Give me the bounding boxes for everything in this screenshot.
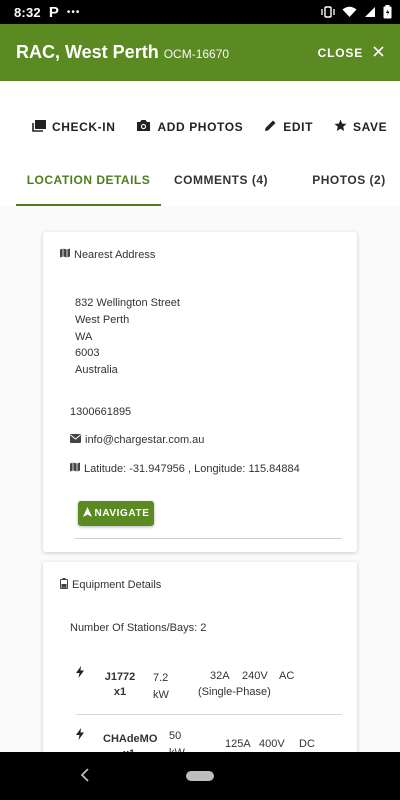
connection-quantity: x1 (113, 686, 127, 698)
navigation-arrow-icon (82, 507, 92, 520)
connection-power: 50 kW (169, 728, 185, 752)
address-line: West Perth (75, 313, 130, 326)
location-id: OCM-16670 (163, 47, 230, 61)
signal-icon (364, 6, 376, 18)
back-icon[interactable] (80, 766, 90, 787)
app-notification-icon: P (48, 3, 59, 21)
address-line: 6003 (75, 347, 100, 360)
close-icon (373, 45, 384, 60)
email-text: info@chargestar.com.au (85, 434, 205, 446)
connection-current-type: DC (299, 738, 315, 750)
connection-row: CHAdeMO x1 50 kW 125A 400V DC (76, 728, 342, 752)
connection-current-type: AC (279, 670, 295, 682)
check-in-icon (32, 119, 46, 135)
navigate-label: NAVIGATE (94, 508, 150, 519)
connection-phase: (Single-Phase) (198, 686, 271, 698)
app-header: RAC, West Perth OCM-16670 CLOSE (0, 24, 400, 81)
status-bar: 8:32 P ••• (0, 0, 400, 24)
connection-power: 7.2 kW (153, 670, 169, 704)
connection-type: J1772 x1 (103, 670, 137, 700)
power-plug-icon (76, 728, 84, 743)
address-line: Australia (75, 364, 118, 377)
power-plug-icon (76, 666, 84, 681)
stations-count: Number Of Stations/Bays: 2 (70, 622, 207, 634)
close-label: CLOSE (317, 45, 363, 60)
battery-icon (383, 5, 392, 19)
more-notifications-icon: ••• (66, 6, 81, 18)
camera-icon (136, 119, 151, 135)
battery-icon (60, 578, 68, 592)
connection-type-name: J1772 (104, 671, 136, 683)
address-card: Nearest Address 832 Wellington Street We… (43, 232, 357, 552)
connection-power-unit: kW (153, 689, 169, 701)
connection-type: CHAdeMO x1 (103, 732, 158, 752)
tab-bar: LOCATION DETAILS COMMENTS (4) PHOTOS (2) (0, 156, 400, 206)
email-row[interactable]: info@chargestar.com.au (70, 434, 204, 446)
page-title: RAC, West Perth (16, 42, 159, 62)
address-line: WA (75, 330, 93, 343)
connection-volts: 400V (259, 738, 285, 750)
address-block: 832 Wellington Street West Perth WA 6003… (75, 295, 180, 379)
tab-comments[interactable]: COMMENTS (4) (161, 156, 281, 204)
system-nav-bar (0, 752, 400, 800)
equipment-card: Equipment Details Number Of Stations/Bay… (43, 562, 357, 752)
tab-photos[interactable]: PHOTOS (2) (299, 156, 399, 204)
connection-row: J1772 x1 7.2 kW 32A 240V AC (Single-Phas… (76, 666, 342, 711)
vibrate-icon (321, 6, 335, 18)
email-icon (70, 434, 81, 446)
address-card-title: Nearest Address (60, 248, 155, 261)
coordinates-row: Latitude: -31.947956 , Longitude: 115.84… (70, 462, 300, 475)
tab-location-details[interactable]: LOCATION DETAILS (16, 156, 161, 206)
equipment-card-title: Equipment Details (60, 578, 161, 592)
divider (75, 538, 342, 539)
divider (76, 714, 342, 715)
phone-number[interactable]: 1300661895 (70, 406, 131, 418)
map-icon (70, 462, 80, 475)
edit-button[interactable]: EDIT (264, 119, 313, 135)
address-line: 832 Wellington Street (75, 297, 180, 309)
connection-power-unit: kW (169, 745, 185, 752)
connection-power-value: 50 (169, 730, 182, 742)
connection-amps: 125A (225, 738, 251, 750)
wifi-icon (342, 6, 357, 18)
status-time: 8:32 (14, 4, 41, 20)
equipment-card-title-text: Equipment Details (72, 579, 162, 591)
details-scroll-area[interactable]: Nearest Address 832 Wellington Street We… (0, 206, 400, 752)
add-photos-button[interactable]: ADD PHOTOS (136, 119, 243, 135)
coordinates-text: Latitude: -31.947956 , Longitude: 115.84… (84, 462, 300, 475)
edit-label: EDIT (283, 120, 313, 134)
map-icon (60, 248, 70, 261)
address-card-title-text: Nearest Address (74, 248, 156, 261)
close-button[interactable]: CLOSE (318, 46, 384, 60)
star-icon (334, 119, 347, 135)
connection-amps: 32A (210, 670, 230, 682)
check-in-label: CHECK-IN (52, 120, 116, 134)
pencil-icon (264, 119, 277, 135)
check-in-button[interactable]: CHECK-IN (32, 119, 116, 135)
save-label: SAVE (353, 120, 388, 134)
connection-volts: 240V (242, 670, 268, 682)
connection-power-value: 7.2 (153, 672, 169, 684)
add-photos-label: ADD PHOTOS (157, 120, 244, 134)
save-button[interactable]: SAVE (334, 119, 387, 135)
navigate-button[interactable]: NAVIGATE (78, 501, 154, 526)
action-toolbar: CHECK-IN ADD PHOTOS EDIT SAVE (0, 110, 400, 144)
home-pill[interactable] (186, 771, 214, 781)
connection-type-name: CHAdeMO (103, 733, 158, 745)
